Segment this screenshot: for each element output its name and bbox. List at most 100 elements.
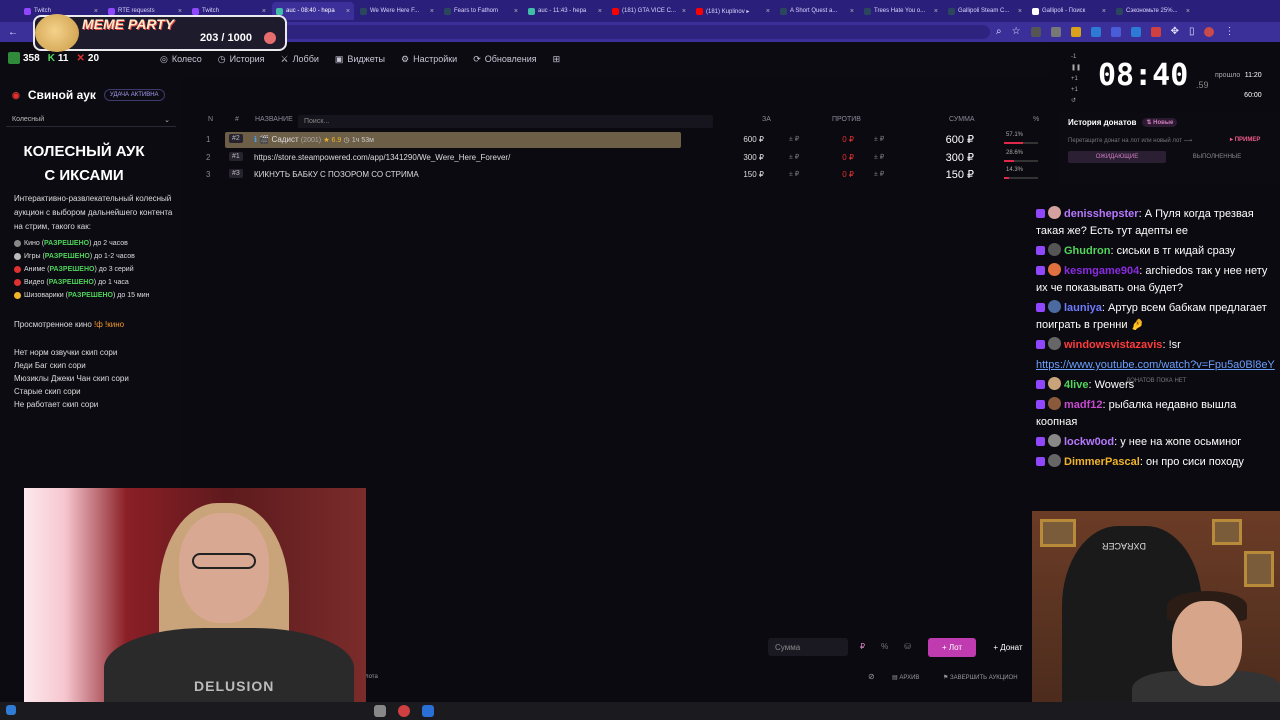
close-icon[interactable]: × [598, 8, 602, 15]
browser-tab[interactable]: We Were Here F... × [356, 2, 438, 20]
row-for-add[interactable]: ± ₽ [789, 153, 799, 161]
timer-minus[interactable]: -1 [1071, 52, 1081, 63]
rule-name: Аниме [24, 266, 46, 273]
extension-icon[interactable] [1110, 26, 1121, 37]
chat-avatar [1048, 243, 1061, 256]
close-icon[interactable]: × [1186, 8, 1190, 15]
browser-tab[interactable]: (181) Kuplinov ▸ × [692, 2, 774, 20]
table-row[interactable]: 3 #3 КИКНУТЬ БАБКУ С ПОЗОРОМ СО СТРИМА 150 … [194, 167, 1046, 183]
row-against-add[interactable]: ± ₽ [874, 135, 884, 143]
extension-icon[interactable] [1050, 26, 1061, 37]
chat-link[interactable]: https://www.youtube.com/watch?v=Fpu5a0Bl… [1036, 359, 1275, 371]
chat-overlay: denisshepster: А Пуля когда трезвая така… [1034, 206, 1280, 512]
example-button[interactable]: ▸ ПРИМЕР [1230, 136, 1260, 143]
grid-icon: ⊞ [552, 53, 561, 64]
col-n: N [208, 116, 214, 123]
mode-select[interactable]: Колесный ⌄ [6, 113, 176, 127]
extension-icon[interactable] [1130, 26, 1141, 37]
browser-tab[interactable]: Trees Hate You o... × [860, 2, 942, 20]
currency-rub[interactable]: ₽ [860, 642, 865, 651]
profile-avatar[interactable] [1204, 26, 1215, 37]
lot-rating: ★ 6.9 [323, 137, 342, 144]
add-lot-button[interactable]: + Лот [928, 638, 976, 657]
close-icon[interactable]: × [94, 8, 98, 15]
row-against-amount: 0 ₽ [842, 170, 854, 179]
info-icon[interactable]: ℹ [254, 135, 257, 144]
wheel-icon: ◎ [160, 53, 168, 64]
k-stat: K 11 [48, 53, 69, 64]
puzzle-icon[interactable]: ✥ [1171, 26, 1179, 37]
coins-icon[interactable]: ⛁ [904, 642, 911, 651]
nav-widgets[interactable]: ▣ Виджеты [335, 54, 385, 65]
close-icon[interactable]: × [430, 8, 434, 15]
extension-icon[interactable] [1030, 26, 1041, 37]
sidebar-icon[interactable]: ▯ [1189, 26, 1195, 37]
row-for-add[interactable]: ± ₽ [789, 170, 799, 178]
add-donate-button[interactable]: + Донат [984, 638, 1032, 657]
browser-tab[interactable]: Сэкономьте 25%... × [1112, 2, 1194, 20]
close-icon[interactable]: × [178, 8, 182, 15]
luck-badge[interactable]: УДАЧА АКТИВНА [103, 89, 165, 101]
row-percent-fill [1004, 160, 1014, 162]
archive-button[interactable]: ▤ АРХИВ [892, 674, 919, 681]
close-icon[interactable]: × [682, 8, 686, 15]
row-against-add[interactable]: ± ₽ [874, 153, 884, 161]
browser-icon[interactable] [398, 705, 410, 717]
windows-start-icon[interactable] [6, 705, 16, 715]
nav-settings[interactable]: ⚙ Настройки [401, 54, 457, 65]
row-id: #2 [229, 134, 243, 143]
close-icon[interactable]: × [346, 8, 350, 15]
table-row[interactable]: 1 #2 ℹ 🎬 Садист (2001) ★ 6.9 ◷ 1ч 53м 600 ₽… [194, 132, 1046, 148]
close-icon[interactable]: × [766, 8, 770, 15]
close-icon[interactable]: × [262, 8, 266, 15]
currency-percent[interactable]: % [881, 642, 888, 651]
extension-icon[interactable] [1150, 26, 1161, 37]
browser-tab[interactable]: Gallipoli Steam C... × [944, 2, 1026, 20]
rule-icon [14, 265, 21, 273]
menu-icon[interactable]: ⋮ [1224, 26, 1234, 37]
finish-button[interactable]: ⚑ ЗАВЕРШИТЬ АУКЦИОН [943, 674, 1018, 681]
nav-lobby[interactable]: ⚔ Лобби [281, 54, 319, 65]
lot-duration: 1ч 53м [351, 137, 374, 144]
timer-plus-2[interactable]: +1 [1071, 85, 1081, 96]
close-icon[interactable]: × [1102, 8, 1106, 15]
close-icon[interactable]: × [514, 8, 518, 15]
finish-label: ЗАВЕРШИТЬ АУКЦИОН [950, 675, 1018, 681]
nav-history[interactable]: ◷ История [218, 54, 265, 65]
telegram-icon[interactable] [422, 705, 434, 717]
pause-icon[interactable]: ❚❚ [1071, 63, 1081, 74]
tab-pending[interactable]: ОЖИДАЮЩИЕ [1068, 151, 1166, 163]
nav-extra[interactable]: ⊞ [553, 54, 561, 65]
star-icon[interactable]: ☆ [1012, 26, 1021, 37]
close-icon[interactable]: × [850, 8, 854, 15]
timer-plus[interactable]: +1 [1071, 74, 1081, 85]
hide-icon[interactable]: ⊘ [868, 672, 875, 681]
row-against-add[interactable]: ± ₽ [874, 170, 884, 178]
browser-tab[interactable]: A Short Quest a... × [776, 2, 858, 20]
new-filter[interactable]: ⇅ Новые [1142, 118, 1178, 127]
tab-done[interactable]: ВЫПОЛНЕННЫЕ [1168, 151, 1266, 163]
rule-limit: до 2 часов [93, 240, 128, 247]
table-row[interactable]: 2 #1 https://store.steampowered.com/app/13… [194, 150, 1046, 166]
browser-tab[interactable]: Gallipoli - Поиск × [1028, 2, 1110, 20]
reset-icon[interactable]: ↺ [1071, 96, 1081, 107]
row-for-amount: 600 ₽ [743, 135, 764, 144]
extension-icon[interactable] [1090, 26, 1101, 37]
rule-icon [14, 278, 21, 286]
search-input[interactable]: Поиск... [298, 115, 713, 128]
close-icon[interactable]: × [934, 8, 938, 15]
row-percent-bar [1004, 160, 1038, 162]
browser-tab[interactable]: Fears to Fathom × [440, 2, 522, 20]
browser-tab[interactable]: (181) GTA VICE C... × [608, 2, 690, 20]
close-icon[interactable]: × [1018, 8, 1022, 15]
nav-wheel[interactable]: ◎ Колесо [160, 54, 202, 65]
lot-label: лота [365, 674, 378, 680]
row-for-add[interactable]: ± ₽ [789, 135, 799, 143]
nav-updates[interactable]: ⟳ Обновления [473, 54, 536, 65]
back-icon[interactable]: ← [8, 27, 18, 38]
extension-icon[interactable] [1070, 26, 1081, 37]
zoom-icon[interactable]: ⌕ [996, 26, 1002, 37]
browser-tab[interactable]: auc - 11:43 - hepa × [524, 2, 606, 20]
amount-input[interactable]: Сумма [768, 638, 848, 656]
taskbar-app-icon[interactable] [374, 705, 386, 717]
